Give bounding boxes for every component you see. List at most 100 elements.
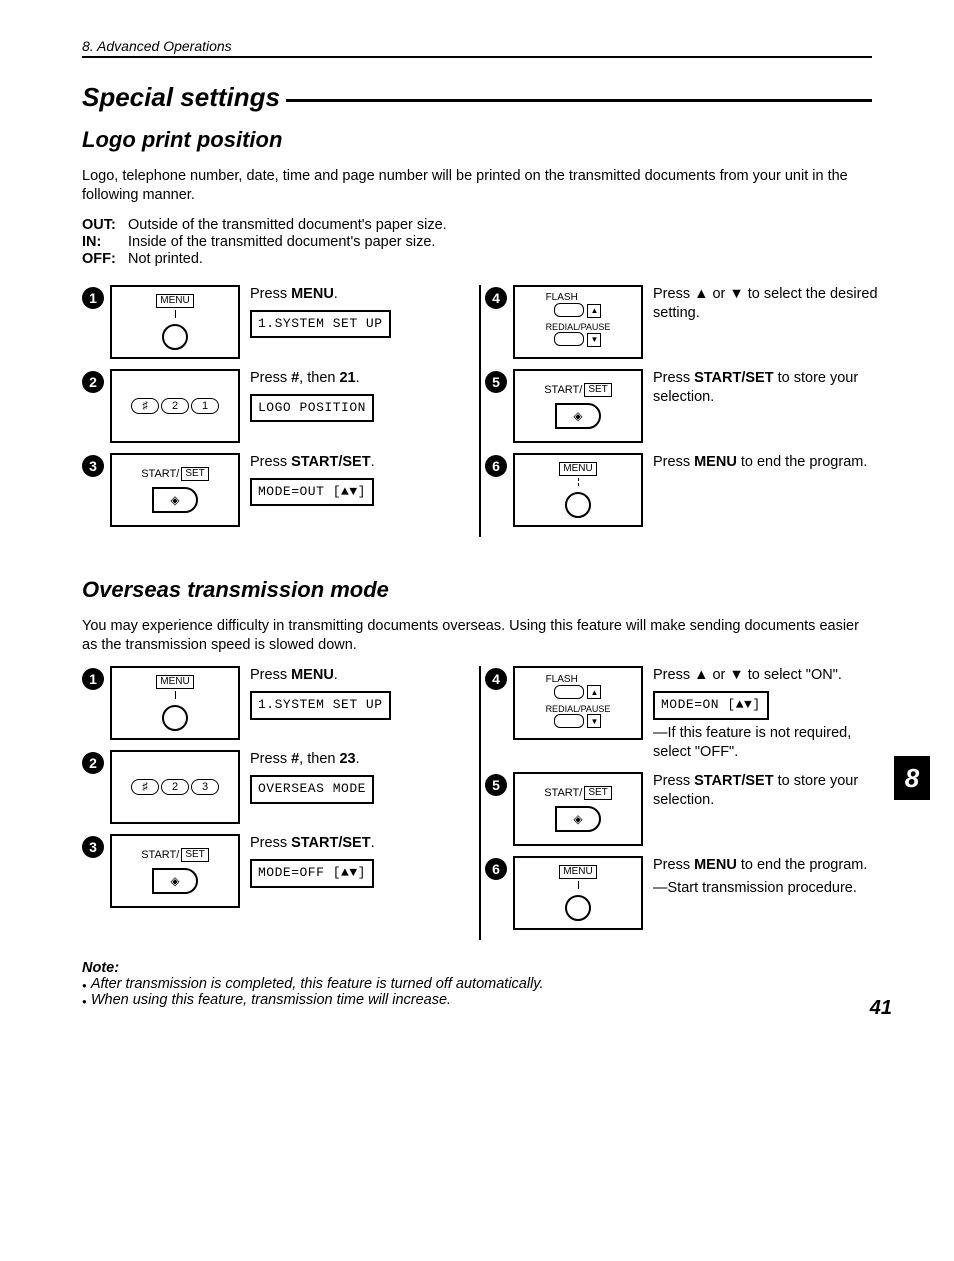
key-2-icon: 2 (161, 779, 189, 795)
lcd-display: 1.SYSTEM SET UP (250, 310, 391, 339)
panel-startset: START/SET ◈ (110, 834, 240, 908)
step: 4 FLASH ▲ REDIAL/PAUSE ▼ Press ▲ or ▼ to… (485, 285, 882, 359)
title-text: Special settings (82, 82, 280, 113)
note-section: Note: After transmission is completed, t… (82, 960, 872, 1008)
down-arrow-icon: ▼ (587, 333, 601, 347)
lcd-display: MODE=OUT [▲▼] (250, 478, 374, 507)
step-number-icon: 6 (485, 858, 507, 880)
panel-flash: FLASH ▲ REDIAL/PAUSE ▼ (513, 285, 643, 359)
key-3-icon: 3 (191, 779, 219, 795)
instruction: Press START/SET to store your selection. (653, 772, 882, 846)
hash-key-icon: ♯ (131, 779, 159, 795)
title-rule (286, 99, 872, 102)
panel-keys: ♯ 2 1 (110, 369, 240, 443)
note-title: Note: (82, 960, 872, 976)
section1-intro: Logo, telephone number, date, time and p… (82, 167, 872, 205)
instruction: Press #, then 23. OVERSEAS MODE (250, 750, 479, 824)
instruction: Press MENU. 1.SYSTEM SET UP (250, 666, 479, 740)
instruction: Press START/SET to store your selection. (653, 369, 882, 443)
panel-startset: START/SET ◈ (513, 772, 643, 846)
instruction: Press MENU to end the program. (653, 453, 882, 527)
step-number-icon: 3 (82, 455, 104, 477)
up-arrow-icon: ▲ (587, 304, 601, 318)
step-number-icon: 2 (82, 371, 104, 393)
page-title: Special settings (82, 82, 872, 113)
hash-key-icon: ♯ (131, 398, 159, 414)
panel-flash: FLASH ▲ REDIAL/PAUSE ▼ (513, 666, 643, 740)
step: 5 START/SET ◈ Press START/SET to store y… (485, 369, 882, 443)
column-divider (479, 666, 481, 939)
panel-startset: START/SET ◈ (110, 453, 240, 527)
instruction: Press START/SET. MODE=OUT [▲▼] (250, 453, 479, 527)
step-number-icon: 3 (82, 836, 104, 858)
down-arrow-icon: ▼ (587, 714, 601, 728)
chapter-tab: 8 (894, 756, 930, 800)
up-arrow-icon: ▲ (587, 685, 601, 699)
instruction: Press MENU to end the program. —Start tr… (653, 856, 882, 930)
def-val: Outside of the transmitted document's pa… (128, 217, 447, 233)
step: 2 ♯ 2 1 Press #, then 21. LOGO POSITION (82, 369, 479, 443)
step-number-icon: 5 (485, 774, 507, 796)
definitions: OUT:Outside of the transmitted document'… (82, 217, 892, 267)
panel-startset: START/SET ◈ (513, 369, 643, 443)
column-divider (479, 285, 481, 537)
panel-menu: MENU (110, 666, 240, 740)
step: 4 FLASH ▲ REDIAL/PAUSE ▼ Press ▲ or ▼ to… (485, 666, 882, 761)
step-number-icon: 6 (485, 455, 507, 477)
lcd-display: 1.SYSTEM SET UP (250, 691, 391, 720)
panel-menu: MENU (110, 285, 240, 359)
step: 6 MENU Press MENU to end the program. (485, 453, 882, 527)
step: 1 MENU Press MENU. 1.SYSTEM SET UP (82, 666, 479, 740)
instruction: Press MENU. 1.SYSTEM SET UP (250, 285, 479, 359)
dial-icon (565, 492, 591, 518)
chapter-header: 8. Advanced Operations (82, 38, 872, 58)
lcd-display: MODE=OFF [▲▼] (250, 859, 374, 888)
step: 2 ♯ 2 3 Press #, then 23. OVERSEAS MODE (82, 750, 479, 824)
dial-icon (162, 705, 188, 731)
instruction: Press ▲ or ▼ to select "ON". MODE=ON [▲▼… (653, 666, 882, 761)
key-1-icon: 1 (191, 398, 219, 414)
sub-note: —If this feature is not required, select… (653, 724, 882, 762)
step-number-icon: 5 (485, 371, 507, 393)
page-number: 41 (870, 997, 892, 1020)
start-button-icon: ◈ (152, 487, 198, 513)
step-number-icon: 1 (82, 668, 104, 690)
section2-steps: 1 MENU Press MENU. 1.SYSTEM SET UP 2 ♯ (82, 666, 882, 939)
start-button-icon: ◈ (152, 868, 198, 894)
panel-menu: MENU (513, 453, 643, 527)
section1-steps: 1 MENU Press MENU. 1.SYSTEM SET UP 2 ♯ (82, 285, 882, 537)
step: 1 MENU Press MENU. 1.SYSTEM SET UP (82, 285, 479, 359)
sub-note: —Start transmission procedure. (653, 879, 882, 898)
step: 5 START/SET ◈ Press START/SET to store y… (485, 772, 882, 846)
step-number-icon: 4 (485, 287, 507, 309)
step: 3 START/SET ◈ Press START/SET. MODE=OUT … (82, 453, 479, 527)
section2-intro: You may experience difficulty in transmi… (82, 617, 872, 655)
step-number-icon: 4 (485, 668, 507, 690)
dial-icon (565, 895, 591, 921)
step: 3 START/SET ◈ Press START/SET. MODE=OFF … (82, 834, 479, 908)
instruction: Press #, then 21. LOGO POSITION (250, 369, 479, 443)
lcd-display: OVERSEAS MODE (250, 775, 374, 804)
panel-keys: ♯ 2 3 (110, 750, 240, 824)
key-2-icon: 2 (161, 398, 189, 414)
def-key: OUT: (82, 217, 128, 233)
instruction: Press ▲ or ▼ to select the desired setti… (653, 285, 882, 359)
def-key: OFF: (82, 251, 128, 267)
def-key: IN: (82, 234, 128, 250)
step: 6 MENU Press MENU to end the program. —S… (485, 856, 882, 930)
step-number-icon: 1 (82, 287, 104, 309)
menu-label: MENU (559, 462, 596, 476)
def-val: Not printed. (128, 251, 203, 267)
section1-heading: Logo print position (82, 127, 892, 153)
section2-heading: Overseas transmission mode (82, 577, 892, 603)
note-bullet: After transmission is completed, this fe… (82, 976, 872, 992)
dial-icon (162, 324, 188, 350)
step-number-icon: 2 (82, 752, 104, 774)
def-val: Inside of the transmitted document's pap… (128, 234, 435, 250)
panel-menu: MENU (513, 856, 643, 930)
instruction: Press START/SET. MODE=OFF [▲▼] (250, 834, 479, 908)
start-button-icon: ◈ (555, 403, 601, 429)
note-bullet: When using this feature, transmission ti… (82, 992, 872, 1008)
start-button-icon: ◈ (555, 806, 601, 832)
lcd-display: MODE=ON [▲▼] (653, 691, 769, 720)
